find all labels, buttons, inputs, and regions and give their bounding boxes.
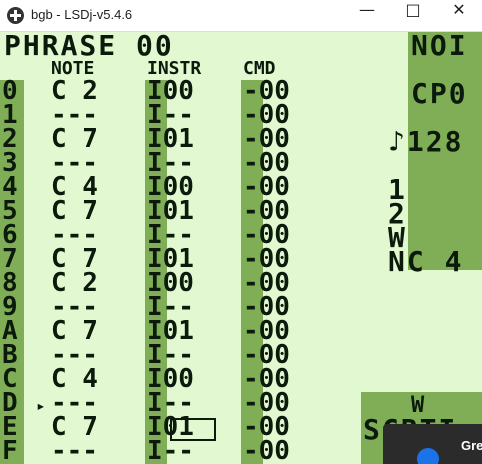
notification-text: Gre bbox=[461, 438, 482, 453]
bgb-app-icon bbox=[7, 7, 24, 24]
play-position-marker: ▸ bbox=[36, 396, 46, 415]
cmd-cell[interactable]: -00 bbox=[243, 438, 290, 464]
notification-popup[interactable]: Gre bbox=[383, 424, 482, 464]
minimize-button[interactable]: — bbox=[344, 0, 390, 31]
notification-icon bbox=[417, 448, 439, 464]
phrase-title: PHRASE 00 bbox=[4, 32, 174, 62]
cp-label: CP0 bbox=[411, 77, 468, 110]
maximize-button[interactable]: □ bbox=[390, 0, 436, 31]
tempo-label: ♪128 bbox=[388, 125, 464, 158]
close-button[interactable]: ✕ bbox=[436, 0, 482, 31]
channel-4-label: NC 4 bbox=[388, 245, 464, 278]
window-title: bgb - LSDj-v5.4.6 bbox=[31, 7, 133, 22]
instr-cell[interactable]: I-- bbox=[147, 438, 194, 464]
row-index: F bbox=[2, 436, 18, 464]
gameboy-screen[interactable]: PHRASE 00 NOTE INSTR CMD 0C 2 I00 -00 1 --- I… bbox=[0, 32, 482, 464]
note-cell[interactable]: --- bbox=[51, 438, 98, 464]
cursor-highlight bbox=[170, 418, 216, 441]
title-bar: bgb - LSDj-v5.4.6 — □ ✕ bbox=[0, 0, 482, 32]
channel-label: NOI bbox=[411, 32, 468, 62]
